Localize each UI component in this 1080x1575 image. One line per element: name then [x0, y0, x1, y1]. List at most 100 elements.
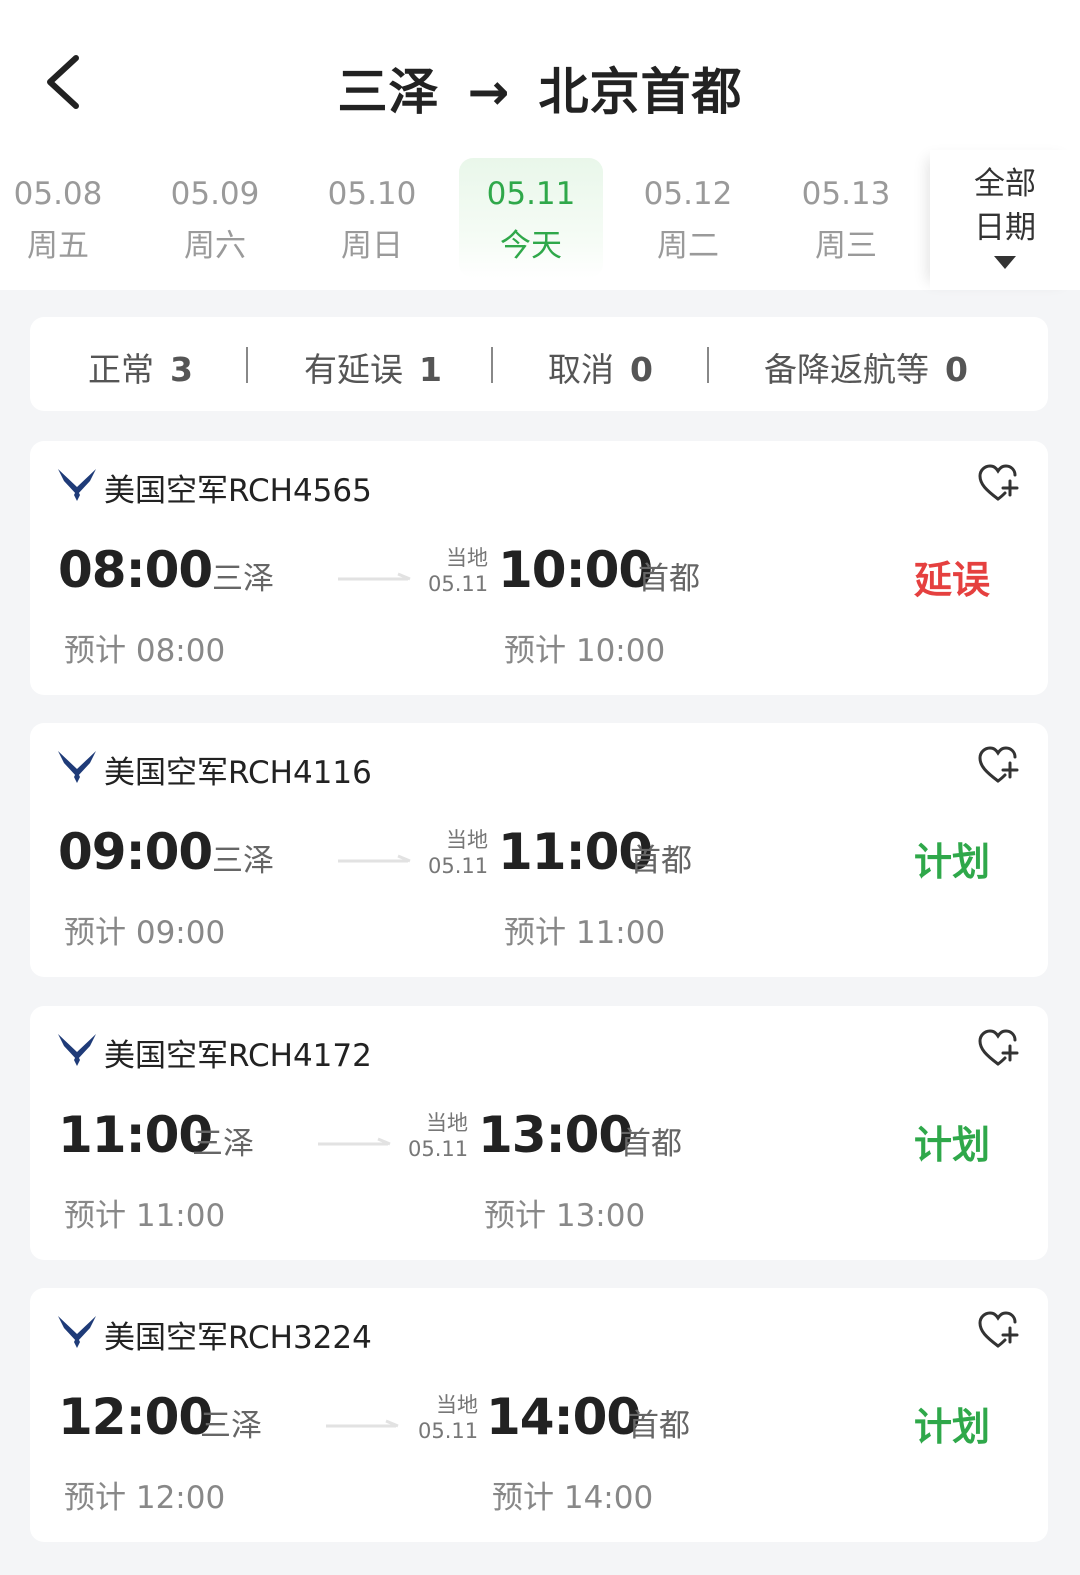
arrival-local-date: 当地 05.11 — [418, 1392, 478, 1444]
local-label: 当地 — [436, 1393, 478, 1417]
favorite-add-icon[interactable] — [976, 1310, 1020, 1352]
origin-city: 三泽 — [337, 63, 440, 121]
all-dates-button[interactable]: 全部 日期 — [930, 150, 1080, 290]
date-label: 05.10 — [327, 176, 417, 212]
arrival-time: 10:00 — [498, 541, 653, 599]
date-tab-0511-today[interactable]: 05.11 今天 — [459, 158, 603, 278]
diverted-label: 备降返航等 — [764, 350, 929, 389]
favorite-add-icon[interactable] — [976, 463, 1020, 505]
local-label: 当地 — [446, 546, 488, 570]
diverted-count: 0 — [945, 350, 968, 389]
arrival-date: 05.11 — [408, 1137, 469, 1161]
cancelled-count: 0 — [630, 350, 653, 389]
arrival-local-date: 当地 05.11 — [428, 545, 488, 597]
normal-count: 3 — [170, 350, 193, 389]
departure-city: 三泽 — [212, 843, 274, 879]
arrival-date: 05.11 — [418, 1419, 479, 1443]
all-dates-label-1: 全部 — [974, 166, 1036, 202]
flight-status: 计划 — [914, 840, 991, 884]
estimated-departure: 预计 11:00 — [64, 1198, 226, 1234]
us-air-force-logo-icon — [58, 1034, 96, 1066]
departure-time: 08:00 — [58, 541, 213, 599]
estimated-departure: 预计 09:00 — [64, 915, 226, 951]
date-tab-0512[interactable]: 05.12 周二 — [616, 158, 760, 278]
date-tab-0510[interactable]: 05.10 周日 — [300, 158, 444, 278]
flight-number: 美国空军RCH4116 — [104, 755, 372, 791]
date-tab-0509[interactable]: 05.09 周六 — [143, 158, 287, 278]
arrival-city: 首都 — [638, 561, 700, 597]
local-label: 当地 — [446, 828, 488, 852]
arrival-date: 05.11 — [428, 572, 489, 596]
filter-delayed[interactable]: 有延误 1 — [304, 343, 442, 391]
flight-card[interactable]: 美国空军RCH4565 08:00 三泽 当地 05.11 10:00 首都 延误… — [30, 441, 1048, 695]
departure-city: 三泽 — [192, 1126, 254, 1162]
departure-city: 三泽 — [212, 561, 274, 597]
normal-label: 正常 — [88, 350, 154, 389]
arrival-local-date: 当地 05.11 — [408, 1110, 468, 1162]
route-arrow-icon — [326, 1419, 399, 1428]
date-label: 05.11 — [486, 176, 576, 212]
departure-time: 09:00 — [58, 823, 213, 881]
weekday-label: 周六 — [184, 228, 246, 264]
flight-number: 美国空军RCH4172 — [104, 1038, 372, 1074]
route-arrow-icon — [338, 572, 411, 581]
arrival-city: 首都 — [620, 1126, 682, 1162]
flight-number: 美国空军RCH4565 — [104, 473, 372, 509]
delayed-label: 有延误 — [304, 350, 403, 389]
date-tab-0508[interactable]: 05.08 周五 — [0, 158, 130, 278]
us-air-force-logo-icon — [58, 469, 96, 501]
route-arrow-icon — [338, 854, 411, 863]
filter-diverted[interactable]: 备降返航等 0 — [764, 343, 968, 391]
us-air-force-logo-icon — [58, 1316, 96, 1348]
weekday-label: 今天 — [500, 228, 562, 264]
date-selector: 05.08 周五 05.09 周六 05.10 周日 05.11 今天 05.1… — [0, 150, 1080, 290]
flight-card[interactable]: 美国空军RCH4172 11:00 三泽 当地 05.11 13:00 首都 计划… — [30, 1006, 1048, 1260]
date-label: 05.12 — [643, 176, 733, 212]
estimated-arrival: 预计 14:00 — [492, 1480, 654, 1516]
local-label: 当地 — [426, 1111, 468, 1135]
flight-status: 延误 — [914, 558, 991, 602]
route-arrow: → — [467, 63, 511, 121]
divider — [246, 347, 248, 383]
filter-normal[interactable]: 正常 3 — [88, 343, 193, 391]
weekday-label: 周三 — [815, 228, 877, 264]
top-bar: 三泽 → 北京首都 — [0, 0, 1080, 160]
departure-city: 三泽 — [200, 1408, 262, 1444]
date-label: 05.13 — [801, 176, 891, 212]
estimated-arrival: 预计 13:00 — [484, 1198, 646, 1234]
delayed-count: 1 — [419, 350, 442, 389]
us-air-force-logo-icon — [58, 751, 96, 783]
favorite-add-icon[interactable] — [976, 1028, 1020, 1070]
destination-city: 北京首都 — [538, 63, 743, 121]
estimated-arrival: 预计 11:00 — [504, 915, 666, 951]
divider — [707, 347, 709, 383]
estimated-departure: 预计 08:00 — [64, 633, 226, 669]
flight-card[interactable]: 美国空军RCH3224 12:00 三泽 当地 05.11 14:00 首都 计划… — [30, 1288, 1048, 1542]
page-title: 三泽 → 北京首都 — [0, 52, 1080, 124]
date-tab-0513[interactable]: 05.13 周三 — [774, 158, 918, 278]
estimated-departure: 预计 12:00 — [64, 1480, 226, 1516]
flight-number: 美国空军RCH3224 — [104, 1320, 372, 1356]
arrival-time: 13:00 — [478, 1106, 633, 1164]
status-summary-bar: 正常 3 有延误 1 取消 0 备降返航等 0 — [30, 317, 1048, 411]
arrival-time: 14:00 — [486, 1388, 641, 1446]
departure-time: 11:00 — [58, 1106, 213, 1164]
flight-status: 计划 — [914, 1123, 991, 1167]
date-label: 05.09 — [170, 176, 260, 212]
arrival-local-date: 当地 05.11 — [428, 827, 488, 879]
estimated-arrival: 预计 10:00 — [504, 633, 666, 669]
favorite-add-icon[interactable] — [976, 745, 1020, 787]
weekday-label: 周二 — [657, 228, 719, 264]
cancelled-label: 取消 — [548, 350, 614, 389]
flight-card[interactable]: 美国空军RCH4116 09:00 三泽 当地 05.11 11:00 首都 计划… — [30, 723, 1048, 977]
divider — [491, 347, 493, 383]
caret-down-icon — [994, 256, 1016, 269]
flight-status: 计划 — [914, 1405, 991, 1449]
date-label: 05.08 — [13, 176, 103, 212]
arrival-city: 首都 — [628, 1408, 690, 1444]
filter-cancelled[interactable]: 取消 0 — [548, 343, 653, 391]
weekday-label: 周五 — [27, 228, 89, 264]
weekday-label: 周日 — [341, 228, 403, 264]
departure-time: 12:00 — [58, 1388, 213, 1446]
arrival-city: 首都 — [630, 843, 692, 879]
